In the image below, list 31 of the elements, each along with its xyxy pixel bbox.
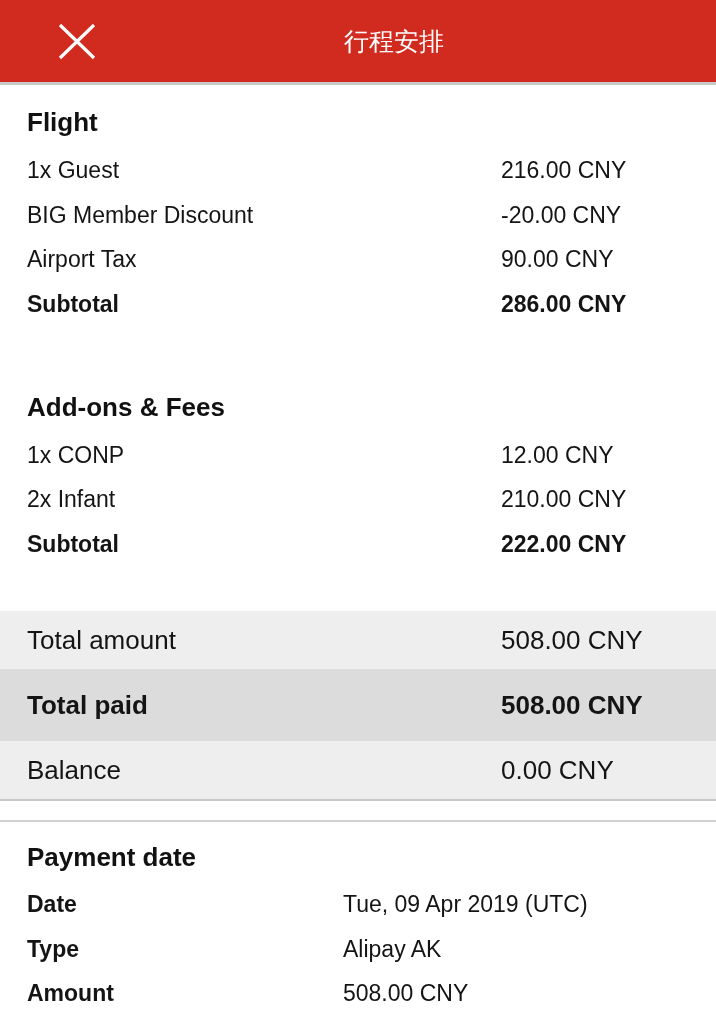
fee-label: 1x Guest bbox=[27, 156, 120, 185]
fee-label: 2x Infant bbox=[27, 485, 116, 514]
payment-value: Tue, 09 Apr 2019 (UTC) bbox=[343, 890, 588, 919]
fee-amount: -20.00 CNY bbox=[501, 200, 622, 229]
subtotal-label: Subtotal bbox=[27, 529, 119, 558]
fee-label: 1x CONP bbox=[27, 440, 125, 469]
total-label: Balance bbox=[27, 756, 121, 784]
payment-label: Type bbox=[27, 934, 79, 963]
section-title: Flight bbox=[27, 106, 98, 138]
payment-label: Date bbox=[27, 890, 77, 919]
fee-amount: 216.00 CNY bbox=[501, 156, 627, 185]
total-label: Total paid bbox=[27, 691, 148, 719]
page-title: 行程安排 bbox=[344, 26, 444, 57]
total-label: Total amount bbox=[27, 626, 176, 654]
fee-amount: 90.00 CNY bbox=[501, 245, 614, 274]
fee-label: Airport Tax bbox=[27, 245, 137, 274]
payment-label: Amount bbox=[27, 979, 114, 1008]
fee-amount: 12.00 CNY bbox=[501, 440, 614, 469]
total-amount: 0.00 CNY bbox=[501, 756, 614, 784]
total-amount: 508.00 CNY bbox=[501, 691, 643, 719]
close-icon[interactable] bbox=[58, 22, 96, 60]
fee-amount: 210.00 CNY bbox=[501, 485, 627, 514]
section-title: Payment date bbox=[27, 841, 197, 873]
subtotal-amount: 286.00 CNY bbox=[501, 289, 627, 318]
payment-value: 508.00 CNY bbox=[343, 979, 469, 1008]
total-amount: 508.00 CNY bbox=[501, 626, 643, 654]
subtotal-amount: 222.00 CNY bbox=[501, 529, 627, 558]
subtotal-label: Subtotal bbox=[27, 289, 119, 318]
section-title: Add-ons & Fees bbox=[27, 390, 225, 423]
fee-label: BIG Member Discount bbox=[27, 200, 254, 229]
payment-value: Alipay AK bbox=[343, 934, 442, 963]
